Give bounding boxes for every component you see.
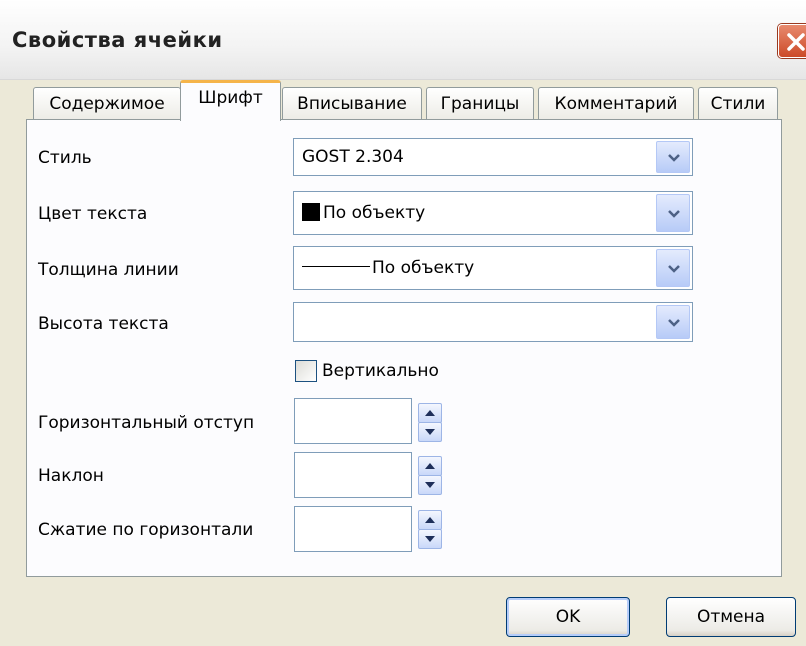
text-height-combo[interactable] xyxy=(293,302,693,342)
text-height-dropdown-button[interactable] xyxy=(656,305,690,339)
slant-input[interactable] xyxy=(294,452,412,498)
text-height-label: Высота текста xyxy=(38,314,169,334)
horizontal-indent-input[interactable] xyxy=(294,398,412,444)
horizontal-compression-input[interactable] xyxy=(294,506,412,552)
line-weight-dropdown-button[interactable] xyxy=(656,249,690,287)
vertical-checkbox[interactable] xyxy=(295,360,317,382)
tab-styles[interactable]: Стили xyxy=(698,87,778,121)
tab-borders[interactable]: Границы xyxy=(426,87,534,121)
close-icon xyxy=(787,33,805,51)
style-label: Стиль xyxy=(38,148,92,168)
arrow-up-icon xyxy=(425,517,435,523)
line-weight-display: По объекту xyxy=(302,258,474,278)
tab-fitting[interactable]: Вписывание xyxy=(282,87,422,121)
arrow-up-icon xyxy=(425,410,435,416)
vertical-label[interactable]: Вертикально xyxy=(322,361,439,381)
tab-font[interactable]: Шрифт xyxy=(180,80,281,121)
cell-properties-dialog: Свойства ячейки Содержимое Шрифт Вписыва… xyxy=(0,0,806,646)
style-value: GOST 2.304 xyxy=(302,147,404,167)
arrow-down-icon xyxy=(425,429,435,435)
horizontal-indent-label: Горизонтальный отступ xyxy=(38,413,255,433)
horizontal-compression-up-button[interactable] xyxy=(418,510,442,530)
chevron-down-icon xyxy=(668,319,680,327)
line-weight-combo[interactable]: По объекту xyxy=(293,246,693,290)
color-swatch xyxy=(302,203,320,221)
tab-content[interactable]: Содержимое xyxy=(33,87,181,121)
text-color-label: Цвет текста xyxy=(38,204,148,224)
horizontal-compression-label: Сжатие по горизонтали xyxy=(38,520,254,540)
arrow-down-icon xyxy=(425,482,435,488)
ok-button[interactable]: OK xyxy=(506,597,630,637)
style-dropdown-button[interactable] xyxy=(656,141,690,173)
style-combo[interactable]: GOST 2.304 xyxy=(293,138,693,176)
horizontal-indent-up-button[interactable] xyxy=(418,403,442,423)
chevron-down-icon xyxy=(668,210,680,218)
window-title: Свойства ячейки xyxy=(12,28,223,52)
text-color-combo[interactable]: По объекту xyxy=(293,191,693,235)
text-color-display: По объекту xyxy=(302,203,425,223)
close-button[interactable] xyxy=(778,24,806,58)
text-color-dropdown-button[interactable] xyxy=(656,194,690,232)
line-weight-value: По объекту xyxy=(372,258,475,278)
horizontal-compression-down-button[interactable] xyxy=(418,529,442,549)
slant-up-button[interactable] xyxy=(418,456,442,476)
line-weight-label: Толщина линии xyxy=(38,260,179,280)
chevron-down-icon xyxy=(668,154,680,162)
slant-label: Наклон xyxy=(38,466,104,486)
title-bar: Свойства ячейки xyxy=(0,0,806,80)
text-color-value: По объекту xyxy=(323,203,426,223)
line-sample xyxy=(302,266,370,267)
arrow-down-icon xyxy=(425,536,435,542)
horizontal-indent-down-button[interactable] xyxy=(418,422,442,442)
chevron-down-icon xyxy=(668,265,680,273)
slant-down-button[interactable] xyxy=(418,475,442,495)
arrow-up-icon xyxy=(425,463,435,469)
tab-comment[interactable]: Комментарий xyxy=(538,87,694,121)
cancel-button[interactable]: Отмена xyxy=(666,597,796,637)
